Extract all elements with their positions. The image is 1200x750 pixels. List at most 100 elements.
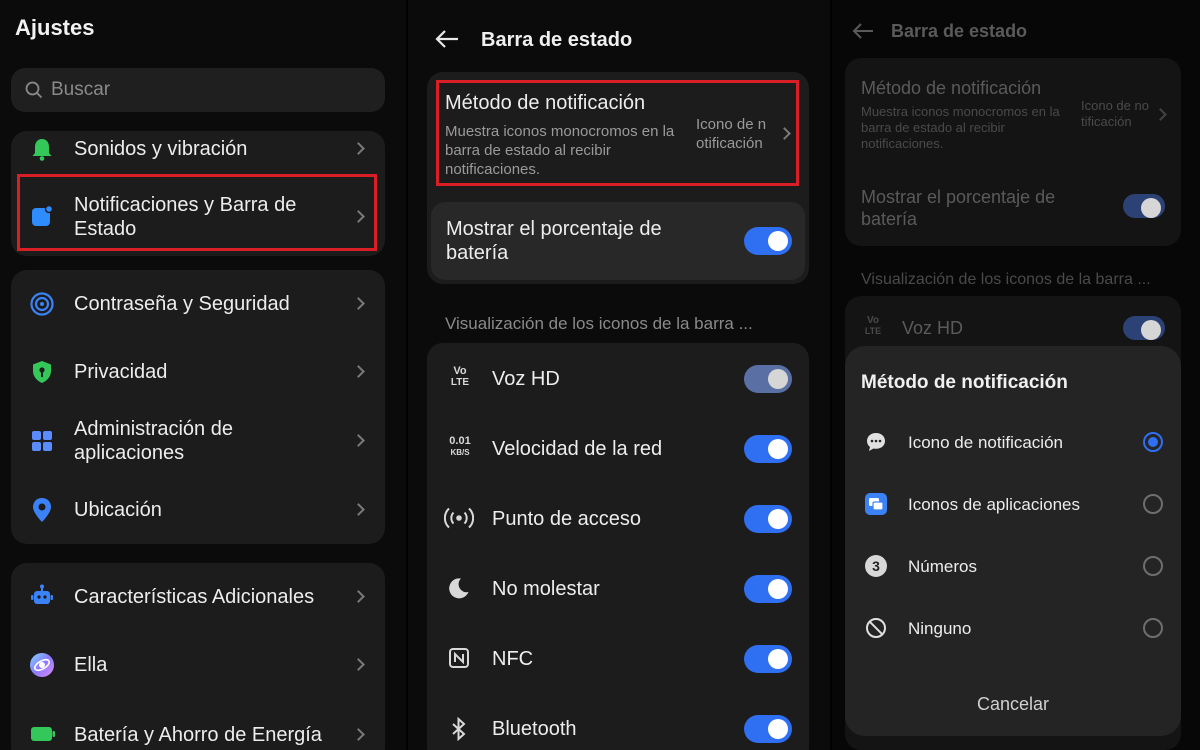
number-three-icon: 3 (865, 555, 887, 577)
dimmed-settings-card: Método de notificación Muestra iconos mo… (845, 58, 1181, 246)
option-app-icons[interactable]: Iconos de aplicaciones (845, 482, 1181, 526)
dimmed-battery-label: Mostrar el porcentaje de batería (861, 187, 1056, 229)
sidebar-item-security[interactable]: Contraseña y Seguridad (11, 280, 385, 328)
dialog-panel: Barra de estado Método de notificación M… (832, 0, 1200, 750)
option-radio[interactable] (1143, 494, 1163, 514)
sidebar-item-ella[interactable]: Ella (11, 641, 385, 689)
chat-bubble-icon (867, 433, 885, 451)
sidebar-item-label: Sonidos y vibración (74, 138, 248, 160)
sidebar-item-label: Características Adicionales (74, 586, 315, 608)
sidebar-item-label: Contraseña y Seguridad (74, 293, 290, 315)
chevron-right-icon (1154, 108, 1167, 121)
chevron-right-icon (352, 434, 365, 447)
page-title: Barra de estado (481, 29, 633, 51)
page-title: Ajustes (15, 15, 95, 40)
battery-percent-toggle[interactable] (744, 227, 792, 255)
app-icons-icon (865, 493, 887, 515)
location-pin-icon (33, 498, 51, 522)
sidebar-item-battery[interactable]: Batería y Ahorro de Energía (11, 711, 385, 750)
sidebar-item-sounds[interactable]: Sonidos y vibración (11, 131, 385, 167)
volte-icon: Vo LTE (450, 365, 470, 389)
option-radio[interactable] (1143, 556, 1163, 576)
moon-icon (449, 578, 469, 599)
toggle-label: No molestar (492, 578, 600, 600)
icon-toggles-card: Vo LTE Voz HD 0.01 KB/S Velocidad de la … (427, 343, 809, 750)
robot-icon (31, 584, 53, 604)
toggle-row-voz-hd[interactable]: Vo LTE Voz HD (427, 353, 809, 405)
option-label: Números (908, 557, 977, 576)
toggle-row-hotspot[interactable]: Punto de acceso (427, 493, 809, 545)
dimmed-notification-description: Muestra iconos monocromos en la barra de… (861, 104, 1060, 151)
apps-grid-icon (32, 431, 52, 451)
toggle-label: Bluetooth (492, 718, 577, 740)
settings-group-2: Contraseña y Seguridad Privacidad Admini… (11, 270, 385, 544)
sidebar-item-apps[interactable]: Administración de aplicaciones (11, 410, 385, 472)
nfc-toggle[interactable] (744, 645, 792, 673)
option-none[interactable]: Ninguno (845, 606, 1181, 650)
none-icon (866, 618, 886, 638)
sidebar-item-privacy[interactable]: Privacidad (11, 348, 385, 396)
back-arrow-icon (852, 23, 873, 39)
option-label: Icono de notificación (908, 433, 1063, 452)
option-label: Ninguno (908, 619, 972, 638)
voz-hd-toggle[interactable] (744, 365, 792, 393)
security-icon (30, 292, 54, 316)
toggle-label: Voz HD (492, 368, 560, 390)
toggle-row-nfc[interactable]: NFC (427, 633, 809, 685)
notification-method-dialog: Método de notificación Icono de notifica… (845, 346, 1181, 736)
chevron-right-icon (352, 728, 365, 741)
dimmed-notification-title: Método de notificación (861, 78, 1042, 98)
nfc-icon (449, 648, 469, 668)
network-speed-icon: 0.01 KB/S (449, 435, 471, 458)
option-radio[interactable] (1143, 432, 1163, 452)
sidebar-item-label: Administración de aplicaciones (74, 418, 233, 464)
highlight-box (17, 174, 377, 251)
chevron-right-icon (352, 297, 365, 310)
sidebar-item-location[interactable]: Ubicación (11, 486, 385, 534)
chevron-right-icon (352, 503, 365, 516)
sidebar-item-label: Batería y Ahorro de Energía (74, 724, 322, 746)
volte-icon: Vo LTE (864, 315, 882, 337)
search-bar[interactable]: Buscar (11, 68, 385, 112)
section-header: Visualización de los iconos de la barra … (445, 314, 753, 333)
dialog-title: Método de notificación (861, 372, 1068, 393)
network-speed-toggle[interactable] (744, 435, 792, 463)
privacy-shield-icon (33, 361, 51, 383)
hotspot-toggle[interactable] (744, 505, 792, 533)
statusbar-panel: Barra de estado Método de notificación M… (408, 0, 830, 750)
chevron-right-icon (352, 658, 365, 671)
sidebar-item-label: Ella (74, 654, 108, 676)
toggle-label: Velocidad de la red (492, 438, 663, 460)
battery-icon (31, 727, 55, 741)
settings-panel: Ajustes Buscar Sonidos y vibración Notif… (0, 0, 406, 750)
dimmed-section-header: Visualización de los iconos de la barra … (861, 271, 1151, 288)
dimmed-voz-hd-toggle (1123, 316, 1165, 340)
cancel-button[interactable]: Cancelar (845, 694, 1181, 715)
option-notification-icon[interactable]: Icono de notificación (845, 420, 1181, 464)
bluetooth-toggle[interactable] (744, 715, 792, 743)
search-icon (25, 81, 43, 99)
chevron-right-icon (352, 142, 365, 155)
chevron-right-icon (352, 590, 365, 603)
hotspot-icon (444, 507, 474, 529)
dimmed-notification-value: Icono de notificación (1081, 98, 1149, 129)
highlight-box (436, 80, 799, 186)
battery-percent-row[interactable]: Mostrar el porcentaje de batería (431, 202, 805, 280)
sidebar-item-extra-features[interactable]: Características Adicionales (11, 573, 385, 621)
bluetooth-icon (452, 717, 466, 741)
bell-icon (32, 139, 52, 161)
dnd-toggle[interactable] (744, 575, 792, 603)
search-input[interactable]: Buscar (51, 79, 110, 101)
toggle-label: NFC (492, 648, 534, 670)
back-arrow-icon[interactable] (435, 29, 459, 49)
option-label: Iconos de aplicaciones (908, 495, 1081, 514)
page-title-dimmed: Barra de estado (891, 21, 1028, 41)
chevron-right-icon (352, 365, 365, 378)
dimmed-voz-hd-label: Voz HD (902, 318, 964, 338)
option-numbers[interactable]: 3 Números (845, 544, 1181, 588)
option-radio[interactable] (1143, 618, 1163, 638)
toggle-row-dnd[interactable]: No molestar (427, 563, 809, 615)
toggle-label: Punto de acceso (492, 508, 641, 530)
toggle-row-bluetooth[interactable]: Bluetooth (427, 703, 809, 750)
toggle-row-network-speed[interactable]: 0.01 KB/S Velocidad de la red (427, 423, 809, 475)
